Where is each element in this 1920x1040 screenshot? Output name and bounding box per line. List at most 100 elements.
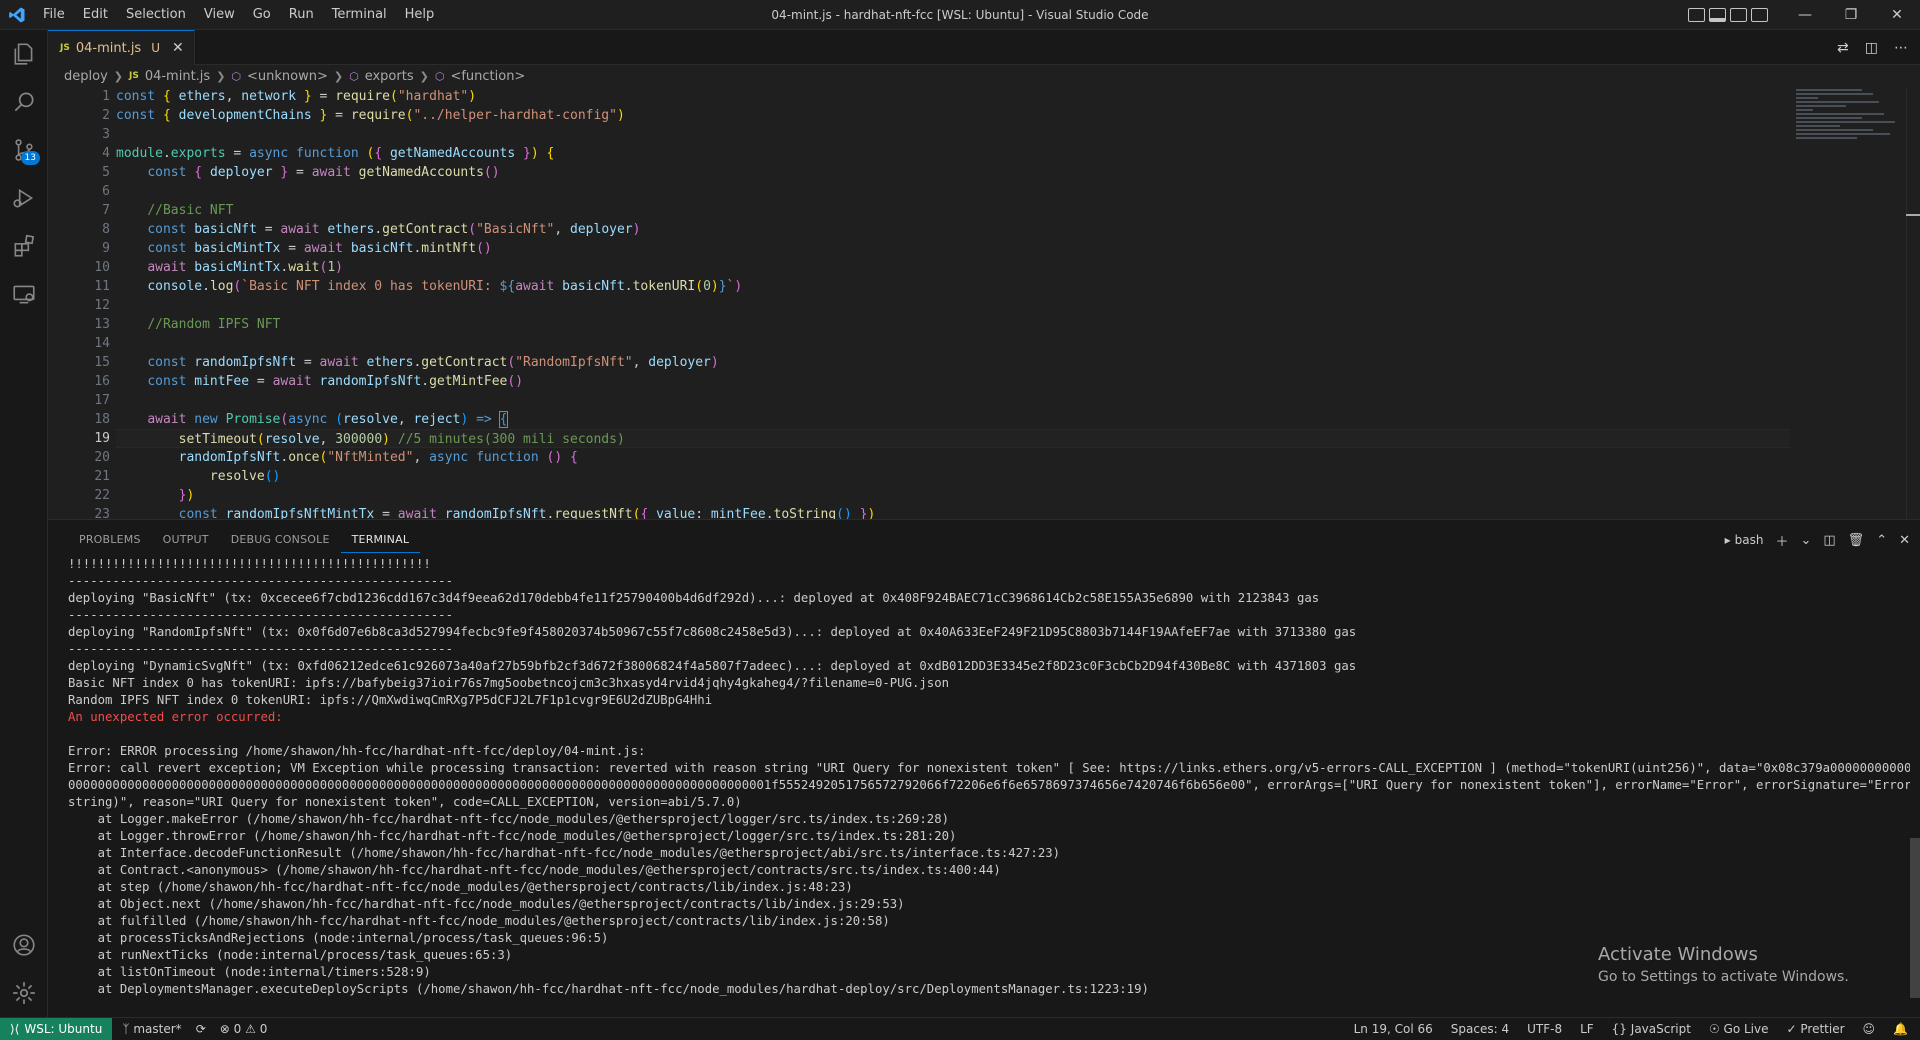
- sync-icon[interactable]: ⟳: [196, 1022, 206, 1036]
- toggle-primary-sidebar-icon[interactable]: [1688, 8, 1705, 22]
- editor-scrollbar[interactable]: [1906, 87, 1920, 519]
- line-number[interactable]: 12: [48, 296, 116, 315]
- cursor-position[interactable]: Ln 19, Col 66: [1354, 1022, 1433, 1036]
- indentation[interactable]: Spaces: 4: [1451, 1022, 1509, 1036]
- line-number[interactable]: 23: [48, 505, 116, 519]
- menu-run[interactable]: Run: [280, 0, 323, 30]
- manage-gear-icon[interactable]: [0, 969, 48, 1017]
- line-number[interactable]: 18: [48, 410, 116, 429]
- remote-explorer-icon[interactable]: [0, 270, 48, 318]
- breadcrumb-symbol-function[interactable]: <function>: [450, 69, 525, 84]
- customize-layout-icon[interactable]: [1751, 8, 1768, 22]
- end-of-line[interactable]: LF: [1580, 1022, 1594, 1036]
- check-icon: ✓: [1786, 1022, 1797, 1036]
- menu-edit[interactable]: Edit: [74, 0, 117, 30]
- terminal-scrollbar[interactable]: [1910, 838, 1920, 998]
- branch-label: master*: [133, 1022, 182, 1036]
- line-number[interactable]: 15: [48, 353, 116, 372]
- line-number[interactable]: 3: [48, 125, 116, 144]
- notifications-bell-icon[interactable]: 🔔: [1893, 1022, 1908, 1036]
- code-line: //Random IPFS NFT: [147, 317, 281, 332]
- line-number[interactable]: 16: [48, 372, 116, 391]
- breadcrumb-symbol-exports[interactable]: exports: [365, 69, 414, 84]
- prettier-status[interactable]: ✓ Prettier: [1787, 1022, 1845, 1036]
- breadcrumb: deploy ❯ JS 04-mint.js ❯ ⬡ <unknown> ❯ ⬡…: [48, 65, 1920, 87]
- split-editor-icon[interactable]: ◫: [1865, 40, 1878, 56]
- go-live-button[interactable]: ☉ Go Live: [1709, 1022, 1769, 1036]
- menu-go[interactable]: Go: [244, 0, 280, 30]
- menu-file[interactable]: File: [34, 0, 74, 30]
- line-number[interactable]: 5: [48, 163, 116, 182]
- symbol-icon: ⬡: [434, 69, 445, 83]
- restore-button[interactable]: ❐: [1828, 0, 1874, 30]
- chevron-down-icon[interactable]: ⌄: [1800, 533, 1811, 548]
- line-number[interactable]: 1: [48, 87, 116, 106]
- split-terminal-icon[interactable]: ◫: [1823, 533, 1835, 548]
- menu-selection[interactable]: Selection: [117, 0, 195, 30]
- tab-04-mint-js[interactable]: JS 04-mint.js U ✕: [48, 30, 195, 65]
- close-tab-icon[interactable]: ✕: [172, 40, 184, 56]
- close-panel-icon[interactable]: ✕: [1899, 533, 1910, 548]
- line-number[interactable]: 7: [48, 201, 116, 220]
- encoding[interactable]: UTF-8: [1527, 1022, 1562, 1036]
- status-bar: ⟩⟨ WSL: Ubuntu ᛉ master* ⟳ ⊗ 0 ⚠ 0 Ln 19…: [0, 1017, 1920, 1040]
- line-number[interactable]: 19: [48, 429, 116, 448]
- source-control-icon[interactable]: 13: [0, 126, 48, 174]
- trash-icon[interactable]: 🗑: [1848, 533, 1865, 548]
- new-terminal-icon[interactable]: ＋: [1775, 531, 1788, 550]
- line-number[interactable]: 22: [48, 486, 116, 505]
- breadcrumb-symbol-unknown[interactable]: <unknown>: [247, 69, 328, 84]
- line-number[interactable]: 8: [48, 220, 116, 239]
- menu-help[interactable]: Help: [396, 0, 444, 30]
- minimap[interactable]: [1796, 87, 1906, 167]
- toggle-panel-icon[interactable]: [1709, 8, 1726, 22]
- explorer-icon[interactable]: [0, 30, 48, 78]
- line-number[interactable]: 14: [48, 334, 116, 353]
- language-mode[interactable]: {} JavaScript: [1612, 1022, 1691, 1036]
- remote-icon: ⟩⟨: [10, 1022, 20, 1036]
- line-number[interactable]: 2: [48, 106, 116, 125]
- accounts-icon[interactable]: [0, 921, 48, 969]
- code-area[interactable]: const { ethers, network } = require("har…: [116, 87, 1790, 519]
- code-line: }): [178, 488, 195, 503]
- line-number[interactable]: 13: [48, 315, 116, 334]
- menu-terminal[interactable]: Terminal: [323, 0, 396, 30]
- accounts-feedback-icon[interactable]: ☺: [1863, 1022, 1876, 1036]
- run-debug-icon[interactable]: [0, 174, 48, 222]
- line-number[interactable]: 21: [48, 467, 116, 486]
- maximize-panel-icon[interactable]: ⌃: [1876, 533, 1887, 548]
- remote-indicator[interactable]: ⟩⟨ WSL: Ubuntu: [0, 1018, 113, 1040]
- terminal-line: deploying "BasicNft" (tx: 0xcecee6f7cbd1…: [68, 591, 1320, 605]
- minimize-button[interactable]: —: [1782, 0, 1828, 30]
- open-changes-icon[interactable]: ⇄: [1837, 40, 1849, 56]
- terminal-instance[interactable]: ▸ bash: [1725, 533, 1764, 547]
- breadcrumb-folder[interactable]: deploy: [64, 69, 108, 84]
- code-line: console.log(`Basic NFT index 0 has token…: [147, 279, 743, 294]
- line-number[interactable]: 17: [48, 391, 116, 410]
- tab-terminal[interactable]: TERMINAL: [340, 527, 421, 553]
- search-icon[interactable]: [0, 78, 48, 126]
- more-actions-icon[interactable]: ⋯: [1894, 40, 1908, 56]
- line-number[interactable]: 4: [48, 144, 116, 163]
- error-icon: ⊗: [219, 1022, 230, 1036]
- tab-debug-console[interactable]: DEBUG CONSOLE: [220, 520, 341, 560]
- line-number[interactable]: 9: [48, 239, 116, 258]
- code-line: const basicNft = await ethers.getContrac…: [147, 222, 641, 237]
- branch-status[interactable]: ᛉ master*: [122, 1022, 181, 1036]
- close-window-button[interactable]: ✕: [1874, 0, 1920, 30]
- tab-output[interactable]: OUTPUT: [152, 520, 220, 560]
- code-editor[interactable]: 1 2 3 4 5 6 7 8 9 10 11 12 13 14 15 16 17 18 19 20 21 22 23 co…: [48, 87, 1920, 519]
- toggle-secondary-sidebar-icon[interactable]: [1730, 8, 1747, 22]
- tab-problems[interactable]: PROBLEMS: [68, 520, 152, 560]
- line-number[interactable]: 20: [48, 448, 116, 467]
- problems-status[interactable]: ⊗ 0 ⚠ 0: [220, 1022, 268, 1036]
- line-number[interactable]: 6: [48, 182, 116, 201]
- line-number[interactable]: 10: [48, 258, 116, 277]
- breadcrumb-file[interactable]: 04-mint.js: [145, 69, 210, 84]
- panel-tab-bar: PROBLEMS OUTPUT DEBUG CONSOLE TERMINAL ▸…: [48, 520, 1920, 560]
- extensions-icon[interactable]: [0, 222, 48, 270]
- line-number[interactable]: 11: [48, 277, 116, 296]
- menu-view[interactable]: View: [195, 0, 244, 30]
- error-count: 0: [233, 1022, 242, 1036]
